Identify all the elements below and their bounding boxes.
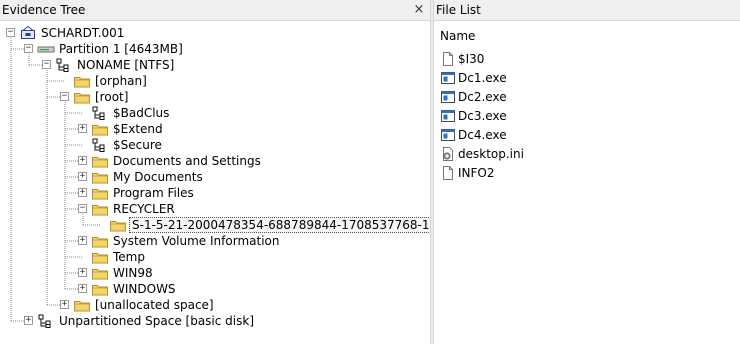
close-icon[interactable]: × xyxy=(412,3,426,17)
collapse-toggle[interactable]: − xyxy=(24,43,33,53)
tree-node-label[interactable]: $Extend xyxy=(111,121,165,137)
expand-toggle[interactable]: + xyxy=(78,267,87,277)
evidence-tree: − SCHARDT.001− Partition 1 [4643MB] − NONAME… xyxy=(0,22,456,344)
file-icon xyxy=(440,51,456,67)
folder-icon xyxy=(109,217,127,233)
drive-tree-icon xyxy=(91,137,109,153)
tree-node-label[interactable]: $BadClus xyxy=(111,105,171,121)
case-icon xyxy=(19,25,37,41)
drive-tree-icon xyxy=(37,313,55,329)
tree-node-label[interactable]: WIN98 xyxy=(111,265,155,281)
exe-icon xyxy=(440,89,456,105)
tree-node-label[interactable]: $Secure xyxy=(111,137,164,153)
expand-toggle[interactable]: + xyxy=(78,283,87,293)
file-name: Dc2.exe xyxy=(458,90,507,104)
file-list-header: File List xyxy=(434,0,740,21)
evidence-tree-panel: Evidence Tree × − SCHARDT.001− Partition 1… xyxy=(0,0,456,344)
file-name: Dc3.exe xyxy=(458,109,507,123)
folder-icon xyxy=(91,249,109,265)
tree-node-label[interactable]: [unallocated space] xyxy=(93,297,216,313)
tree-node-label[interactable]: Temp xyxy=(111,249,147,265)
file-name: INFO2 xyxy=(458,166,495,180)
expand-toggle[interactable]: + xyxy=(78,123,87,133)
exe-icon xyxy=(440,108,456,124)
folder-icon xyxy=(91,201,109,217)
file-name: $I30 xyxy=(458,52,485,66)
tree-node-label[interactable]: [orphan] xyxy=(93,73,149,89)
tree-node-label[interactable]: [root] xyxy=(93,89,130,105)
tree-node-label[interactable]: WINDOWS xyxy=(111,281,178,297)
folder-icon xyxy=(91,233,109,249)
tree-node-label[interactable]: SCHARDT.001 xyxy=(39,25,126,41)
file-icon xyxy=(440,165,456,181)
folder-icon xyxy=(73,89,91,105)
folder-icon xyxy=(73,297,91,313)
folder-icon xyxy=(91,121,109,137)
tree-node-label[interactable]: Program Files xyxy=(111,185,196,201)
tree-node-label[interactable]: Unpartitioned Space [basic disk] xyxy=(57,313,256,329)
exe-icon xyxy=(440,127,456,143)
evidence-tree-header: Evidence Tree × xyxy=(0,0,430,21)
folder-icon xyxy=(91,265,109,281)
evidence-tree-title: Evidence Tree xyxy=(2,3,86,17)
tree-node-label[interactable]: Partition 1 [4643MB] xyxy=(57,41,185,57)
tree-node-label[interactable]: System Volume Information xyxy=(111,233,281,249)
tree-node-label[interactable]: Documents and Settings xyxy=(111,153,263,169)
name-column-header[interactable]: Name xyxy=(440,29,475,43)
disk-icon xyxy=(37,41,55,57)
collapse-toggle[interactable]: − xyxy=(42,59,51,69)
drive-tree-icon xyxy=(91,105,109,121)
expand-toggle[interactable]: + xyxy=(78,155,87,165)
file-name: Dc1.exe xyxy=(458,71,507,85)
folder-icon xyxy=(91,169,109,185)
collapse-toggle[interactable]: − xyxy=(6,27,15,37)
file-name: desktop.ini xyxy=(458,147,524,161)
tree-node-label[interactable]: NONAME [NTFS] xyxy=(75,57,176,73)
file-name: Dc4.exe xyxy=(458,128,507,142)
tree-node-label[interactable]: My Documents xyxy=(111,169,205,185)
tree-node-label[interactable]: RECYCLER xyxy=(111,201,177,217)
drive-tree-icon xyxy=(55,57,73,73)
folder-icon xyxy=(91,281,109,297)
file-list-panel: File List Name $I30 Dc1.exe Dc2.exe Dc3.exe… xyxy=(434,0,740,344)
folder-icon xyxy=(91,153,109,169)
collapse-toggle[interactable]: − xyxy=(78,203,87,213)
expand-toggle[interactable]: + xyxy=(78,187,87,197)
ini-icon xyxy=(440,146,456,162)
expand-toggle[interactable]: + xyxy=(60,299,69,309)
exe-icon xyxy=(440,70,456,86)
expand-toggle[interactable]: + xyxy=(24,315,33,325)
folder-icon xyxy=(91,185,109,201)
collapse-toggle[interactable]: − xyxy=(60,91,69,101)
expand-toggle[interactable]: + xyxy=(78,235,87,245)
tree-node-label[interactable]: S-1-5-21-2000478354-688789844-1708537768… xyxy=(129,217,456,233)
expand-toggle[interactable]: + xyxy=(78,171,87,181)
folder-icon xyxy=(73,73,91,89)
file-list-title: File List xyxy=(436,3,481,17)
